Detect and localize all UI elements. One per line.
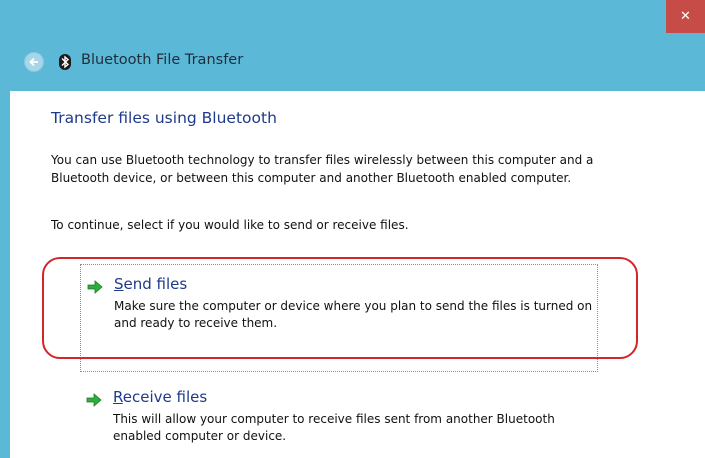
window-title: Bluetooth File Transfer [81, 52, 244, 68]
back-button[interactable] [24, 52, 44, 72]
close-button[interactable]: ✕ [666, 0, 705, 33]
bluetooth-icon [59, 54, 71, 70]
receive-files-option[interactable]: Receive files This will allow your compu… [80, 384, 598, 454]
send-files-description: Make sure the computer or device where y… [114, 299, 593, 330]
page-heading: Transfer files using Bluetooth [51, 109, 277, 127]
back-arrow-icon [29, 57, 38, 67]
send-files-title: Send files [114, 275, 188, 293]
instruction-text: To continue, select if you would like to… [51, 218, 409, 232]
content-panel: Transfer files using Bluetooth You can u… [10, 91, 705, 458]
send-files-option[interactable]: Send files Make sure the computer or dev… [80, 264, 598, 372]
page-description: You can use Bluetooth technology to tran… [51, 153, 594, 185]
green-arrow-icon [86, 393, 102, 407]
close-icon: ✕ [680, 9, 691, 24]
receive-files-title: Receive files [113, 388, 208, 406]
green-arrow-icon [87, 280, 103, 294]
receive-files-description: This will allow your computer to receive… [113, 412, 555, 443]
